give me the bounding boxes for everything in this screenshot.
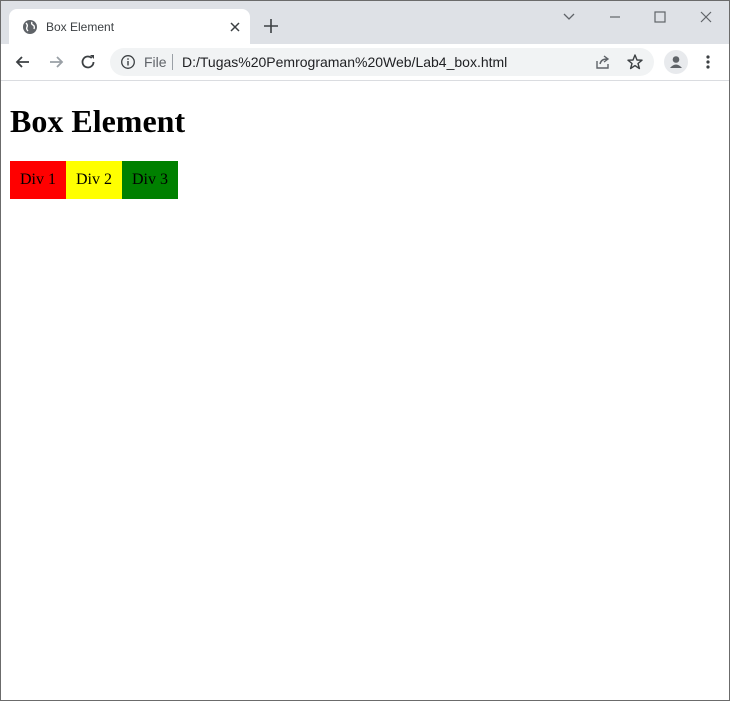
box-div-3: Div 3	[122, 161, 178, 199]
chevron-down-icon[interactable]	[559, 7, 579, 27]
maximize-icon[interactable]	[650, 7, 670, 27]
profile-avatar[interactable]	[664, 50, 688, 74]
tab-close-icon[interactable]	[226, 18, 244, 36]
box-row: Div 1 Div 2 Div 3	[10, 161, 178, 199]
address-bar[interactable]: File D:/Tugas%20Pemrograman%20Web/Lab4_b…	[110, 48, 654, 76]
reload-icon[interactable]	[78, 52, 98, 72]
page-heading: Box Element	[10, 103, 186, 139]
tab-title: Box Element	[46, 20, 115, 34]
url-text[interactable]: D:/Tugas%20Pemrograman%20Web/Lab4_box.ht…	[182, 54, 507, 70]
globe-icon	[22, 19, 38, 35]
page-content: Box Element Div 1 Div 2 Div 3	[1, 81, 729, 700]
info-icon[interactable]	[120, 54, 136, 70]
forward-icon[interactable]	[46, 52, 66, 72]
minimize-icon[interactable]	[605, 7, 625, 27]
tab-box-element[interactable]: Box Element	[9, 9, 250, 44]
share-icon[interactable]	[594, 53, 612, 71]
close-icon[interactable]	[696, 7, 716, 27]
box-div-1: Div 1	[10, 161, 66, 199]
menu-icon[interactable]	[700, 52, 716, 72]
omnibox-separator	[172, 54, 173, 70]
tab-strip: Box Element	[1, 1, 729, 44]
back-icon[interactable]	[13, 52, 33, 72]
scheme-label: File	[144, 54, 167, 70]
toolbar: File D:/Tugas%20Pemrograman%20Web/Lab4_b…	[1, 44, 729, 81]
box-div-2: Div 2	[66, 161, 122, 199]
new-tab-icon[interactable]	[261, 16, 281, 36]
browser-window: Box Element File D:/Tugas%20Pemrograman%…	[0, 0, 730, 701]
bookmark-star-icon[interactable]	[626, 53, 644, 71]
